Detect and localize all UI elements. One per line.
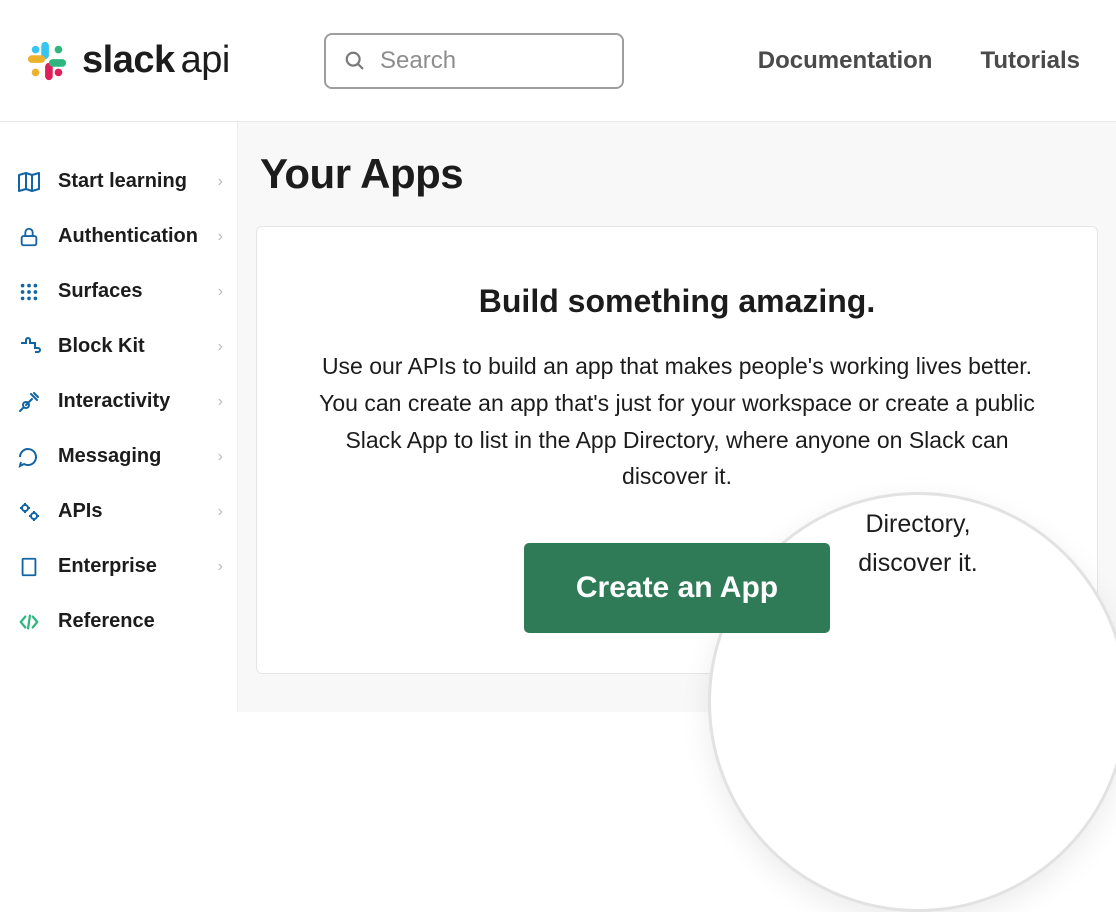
sidebar-item-label: Enterprise xyxy=(58,555,204,578)
chevron-right-icon: › xyxy=(218,448,237,466)
brand[interactable]: slackapi xyxy=(26,39,296,82)
sidebar-item-authentication[interactable]: Authentication › xyxy=(14,209,237,264)
map-icon xyxy=(14,170,44,194)
chevron-right-icon: › xyxy=(218,393,237,411)
chevron-right-icon: › xyxy=(218,283,237,301)
grid-icon xyxy=(14,281,44,303)
brand-text: slackapi xyxy=(82,39,230,82)
search-box[interactable] xyxy=(324,33,624,89)
sidebar-item-label: Start learning xyxy=(58,170,204,193)
main-content: Your Apps Build something amazing. Use o… xyxy=(238,122,1116,712)
slack-logo-icon xyxy=(26,40,68,82)
chevron-right-icon: › xyxy=(218,558,237,576)
sidebar-item-apis[interactable]: APIs › xyxy=(14,484,237,539)
sidebar-item-enterprise[interactable]: Enterprise › xyxy=(14,539,237,594)
building-icon xyxy=(14,555,44,579)
sidebar: Start learning › Authentication › Surfac… xyxy=(0,122,238,712)
code-icon xyxy=(14,611,44,633)
plug-icon xyxy=(14,390,44,414)
brand-bold: slack xyxy=(82,39,175,81)
chevron-right-icon: › xyxy=(218,503,237,521)
chevron-right-icon: › xyxy=(218,173,237,191)
sidebar-item-label: Authentication xyxy=(58,225,204,248)
top-nav: Documentation Tutorials xyxy=(758,47,1090,75)
page-title: Your Apps xyxy=(260,150,1098,198)
sidebar-item-reference[interactable]: Reference xyxy=(14,594,237,649)
sidebar-item-label: Surfaces xyxy=(58,280,204,303)
sidebar-item-surfaces[interactable]: Surfaces › xyxy=(14,264,237,319)
panel-title: Build something amazing. xyxy=(315,283,1039,320)
chevron-right-icon: › xyxy=(218,338,237,356)
top-bar: slackapi Documentation Tutorials xyxy=(0,0,1116,122)
lock-icon xyxy=(14,225,44,249)
puzzle-icon xyxy=(14,335,44,359)
chat-icon xyxy=(14,445,44,469)
sidebar-item-label: APIs xyxy=(58,500,204,523)
chevron-right-icon: › xyxy=(218,228,237,246)
sidebar-item-interactivity[interactable]: Interactivity › xyxy=(14,374,237,429)
search-input[interactable] xyxy=(380,47,604,75)
create-app-button[interactable]: Create an App xyxy=(524,543,830,633)
sidebar-item-block-kit[interactable]: Block Kit › xyxy=(14,319,237,374)
sidebar-item-label: Reference xyxy=(58,610,237,633)
nav-documentation[interactable]: Documentation xyxy=(758,47,933,75)
brand-light: api xyxy=(181,39,230,81)
nav-tutorials[interactable]: Tutorials xyxy=(980,47,1080,75)
sidebar-item-label: Messaging xyxy=(58,445,204,468)
sidebar-item-label: Block Kit xyxy=(58,335,204,358)
cogs-icon xyxy=(14,500,44,524)
panel-copy: Use our APIs to build an app that makes … xyxy=(315,348,1039,495)
search-icon xyxy=(344,50,366,72)
apps-panel: Build something amazing. Use our APIs to… xyxy=(256,226,1098,674)
sidebar-item-label: Interactivity xyxy=(58,390,204,413)
sidebar-item-messaging[interactable]: Messaging › xyxy=(14,429,237,484)
sidebar-item-start-learning[interactable]: Start learning › xyxy=(14,154,237,209)
